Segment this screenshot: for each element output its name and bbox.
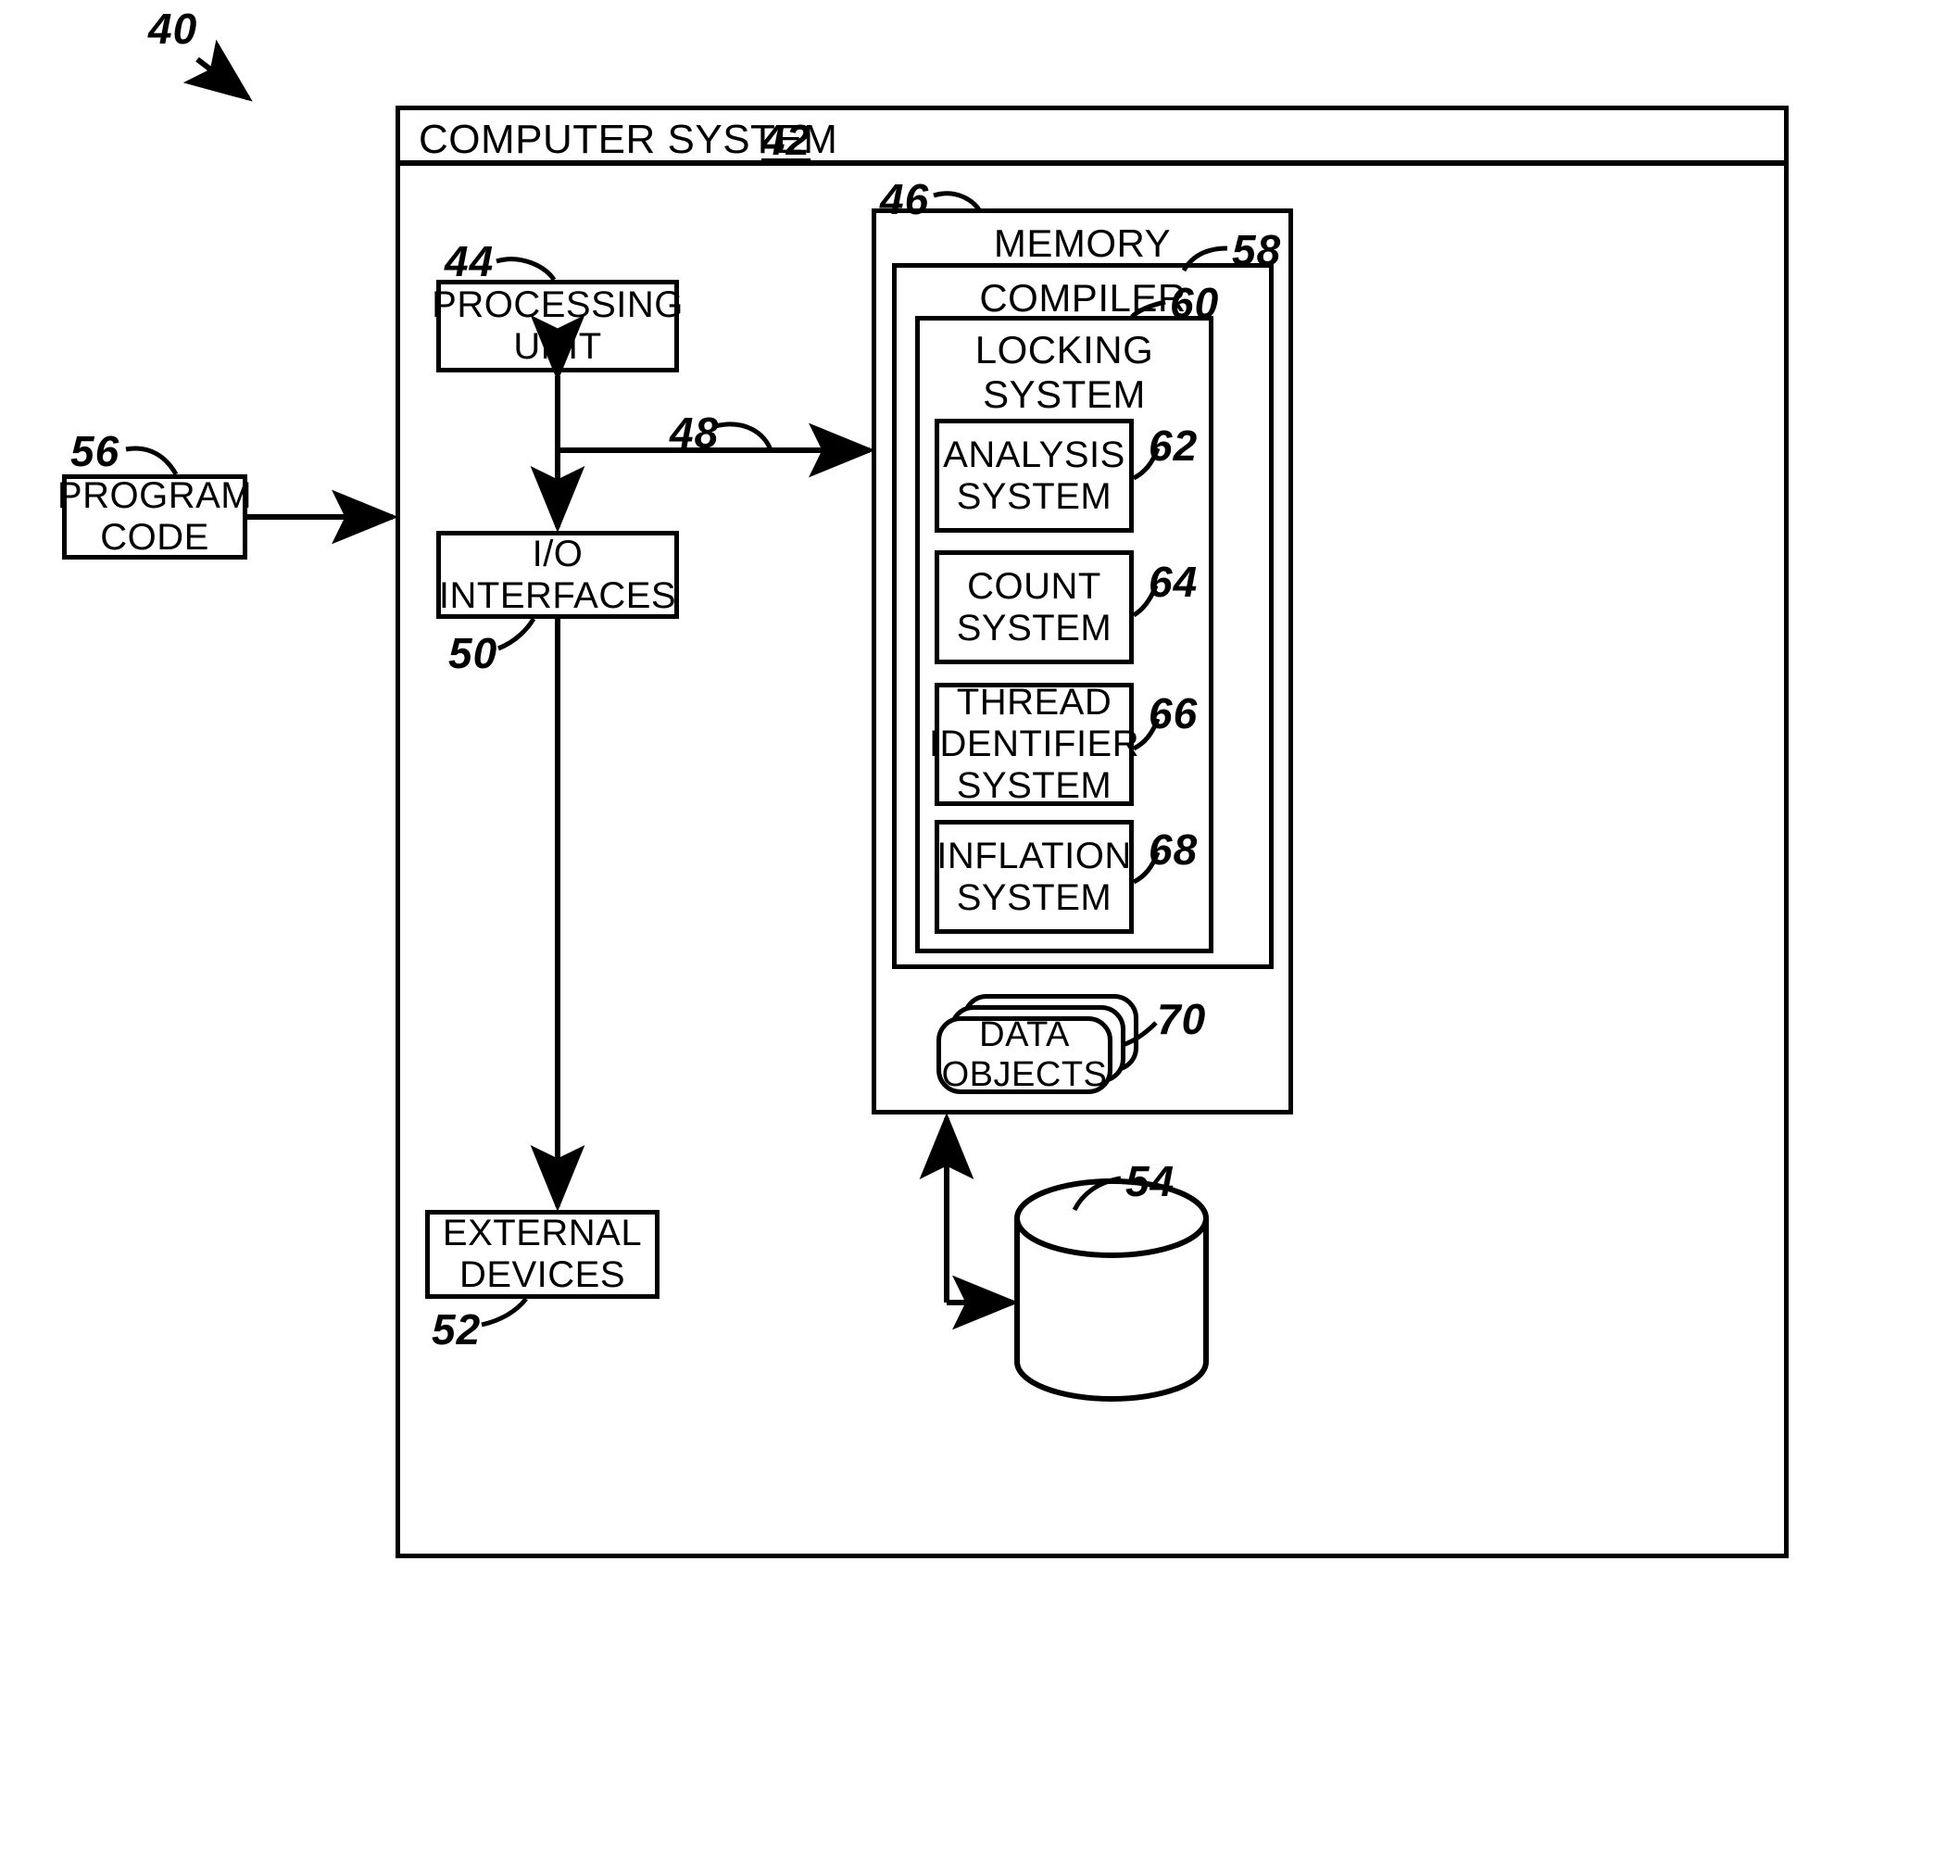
ref-68: 68 [1149, 825, 1199, 874]
memory-label: MEMORY [993, 221, 1172, 265]
ref-66: 66 [1149, 689, 1199, 737]
inflation-system-box: INFLATION SYSTEM [935, 820, 1134, 934]
ref-40-leader [182, 39, 253, 102]
processing-unit-box: PROCESSING UNIT [432, 280, 683, 372]
locking-system-label: LOCKING SYSTEM [974, 328, 1154, 416]
analysis-system-label: ANALYSIS SYSTEM [943, 434, 1125, 517]
processing-unit-label: PROCESSING UNIT [432, 284, 684, 367]
io-interfaces-label: I/O INTERFACES [438, 533, 677, 616]
external-devices-label: EXTERNAL DEVICES [442, 1213, 643, 1295]
count-system-label: COUNT SYSTEM [956, 565, 1112, 648]
thread-identifier-system-box: THREAD IDENTIFIER SYSTEM [929, 682, 1139, 806]
computer-system-title: COMPUTER SYSTEM [419, 117, 838, 162]
analysis-system-box: ANALYSIS SYSTEM [935, 419, 1134, 533]
data-objects-card-front: DATA OBJECTS [936, 1015, 1112, 1094]
ref-50: 50 [448, 629, 498, 677]
ref-70: 70 [1157, 995, 1207, 1043]
ref-46: 46 [880, 175, 930, 223]
ref-44: 44 [445, 237, 495, 285]
data-objects-stack: DATA OBJECTS [936, 994, 1150, 1101]
ref-40: 40 [148, 5, 198, 53]
ref-42: 42 [761, 116, 811, 164]
ref-52: 52 [432, 1305, 482, 1353]
inflation-system-label: INFLATION SYSTEM [936, 835, 1132, 918]
ref-64: 64 [1149, 558, 1199, 606]
data-objects-label: DATA OBJECTS [941, 1015, 1108, 1094]
program-code-box: PROGRAM CODE [57, 474, 252, 560]
count-system-box: COUNT SYSTEM [935, 550, 1134, 664]
ref-48: 48 [670, 409, 720, 457]
ref-56: 56 [70, 427, 120, 475]
thread-identifier-system-label: THREAD IDENTIFIER SYSTEM [928, 682, 1140, 806]
external-devices-box: EXTERNAL DEVICES [425, 1210, 660, 1299]
io-interfaces-box: I/O INTERFACES [436, 531, 679, 619]
ref-62: 62 [1149, 422, 1199, 470]
ref-54: 54 [1125, 1157, 1175, 1205]
program-code-label: PROGRAM CODE [57, 475, 253, 558]
ref-56-leader [125, 446, 179, 476]
patent-figure: 40 COMPUTER SYSTEM 42 PROCESSING UNIT 44… [0, 0, 1960, 1876]
